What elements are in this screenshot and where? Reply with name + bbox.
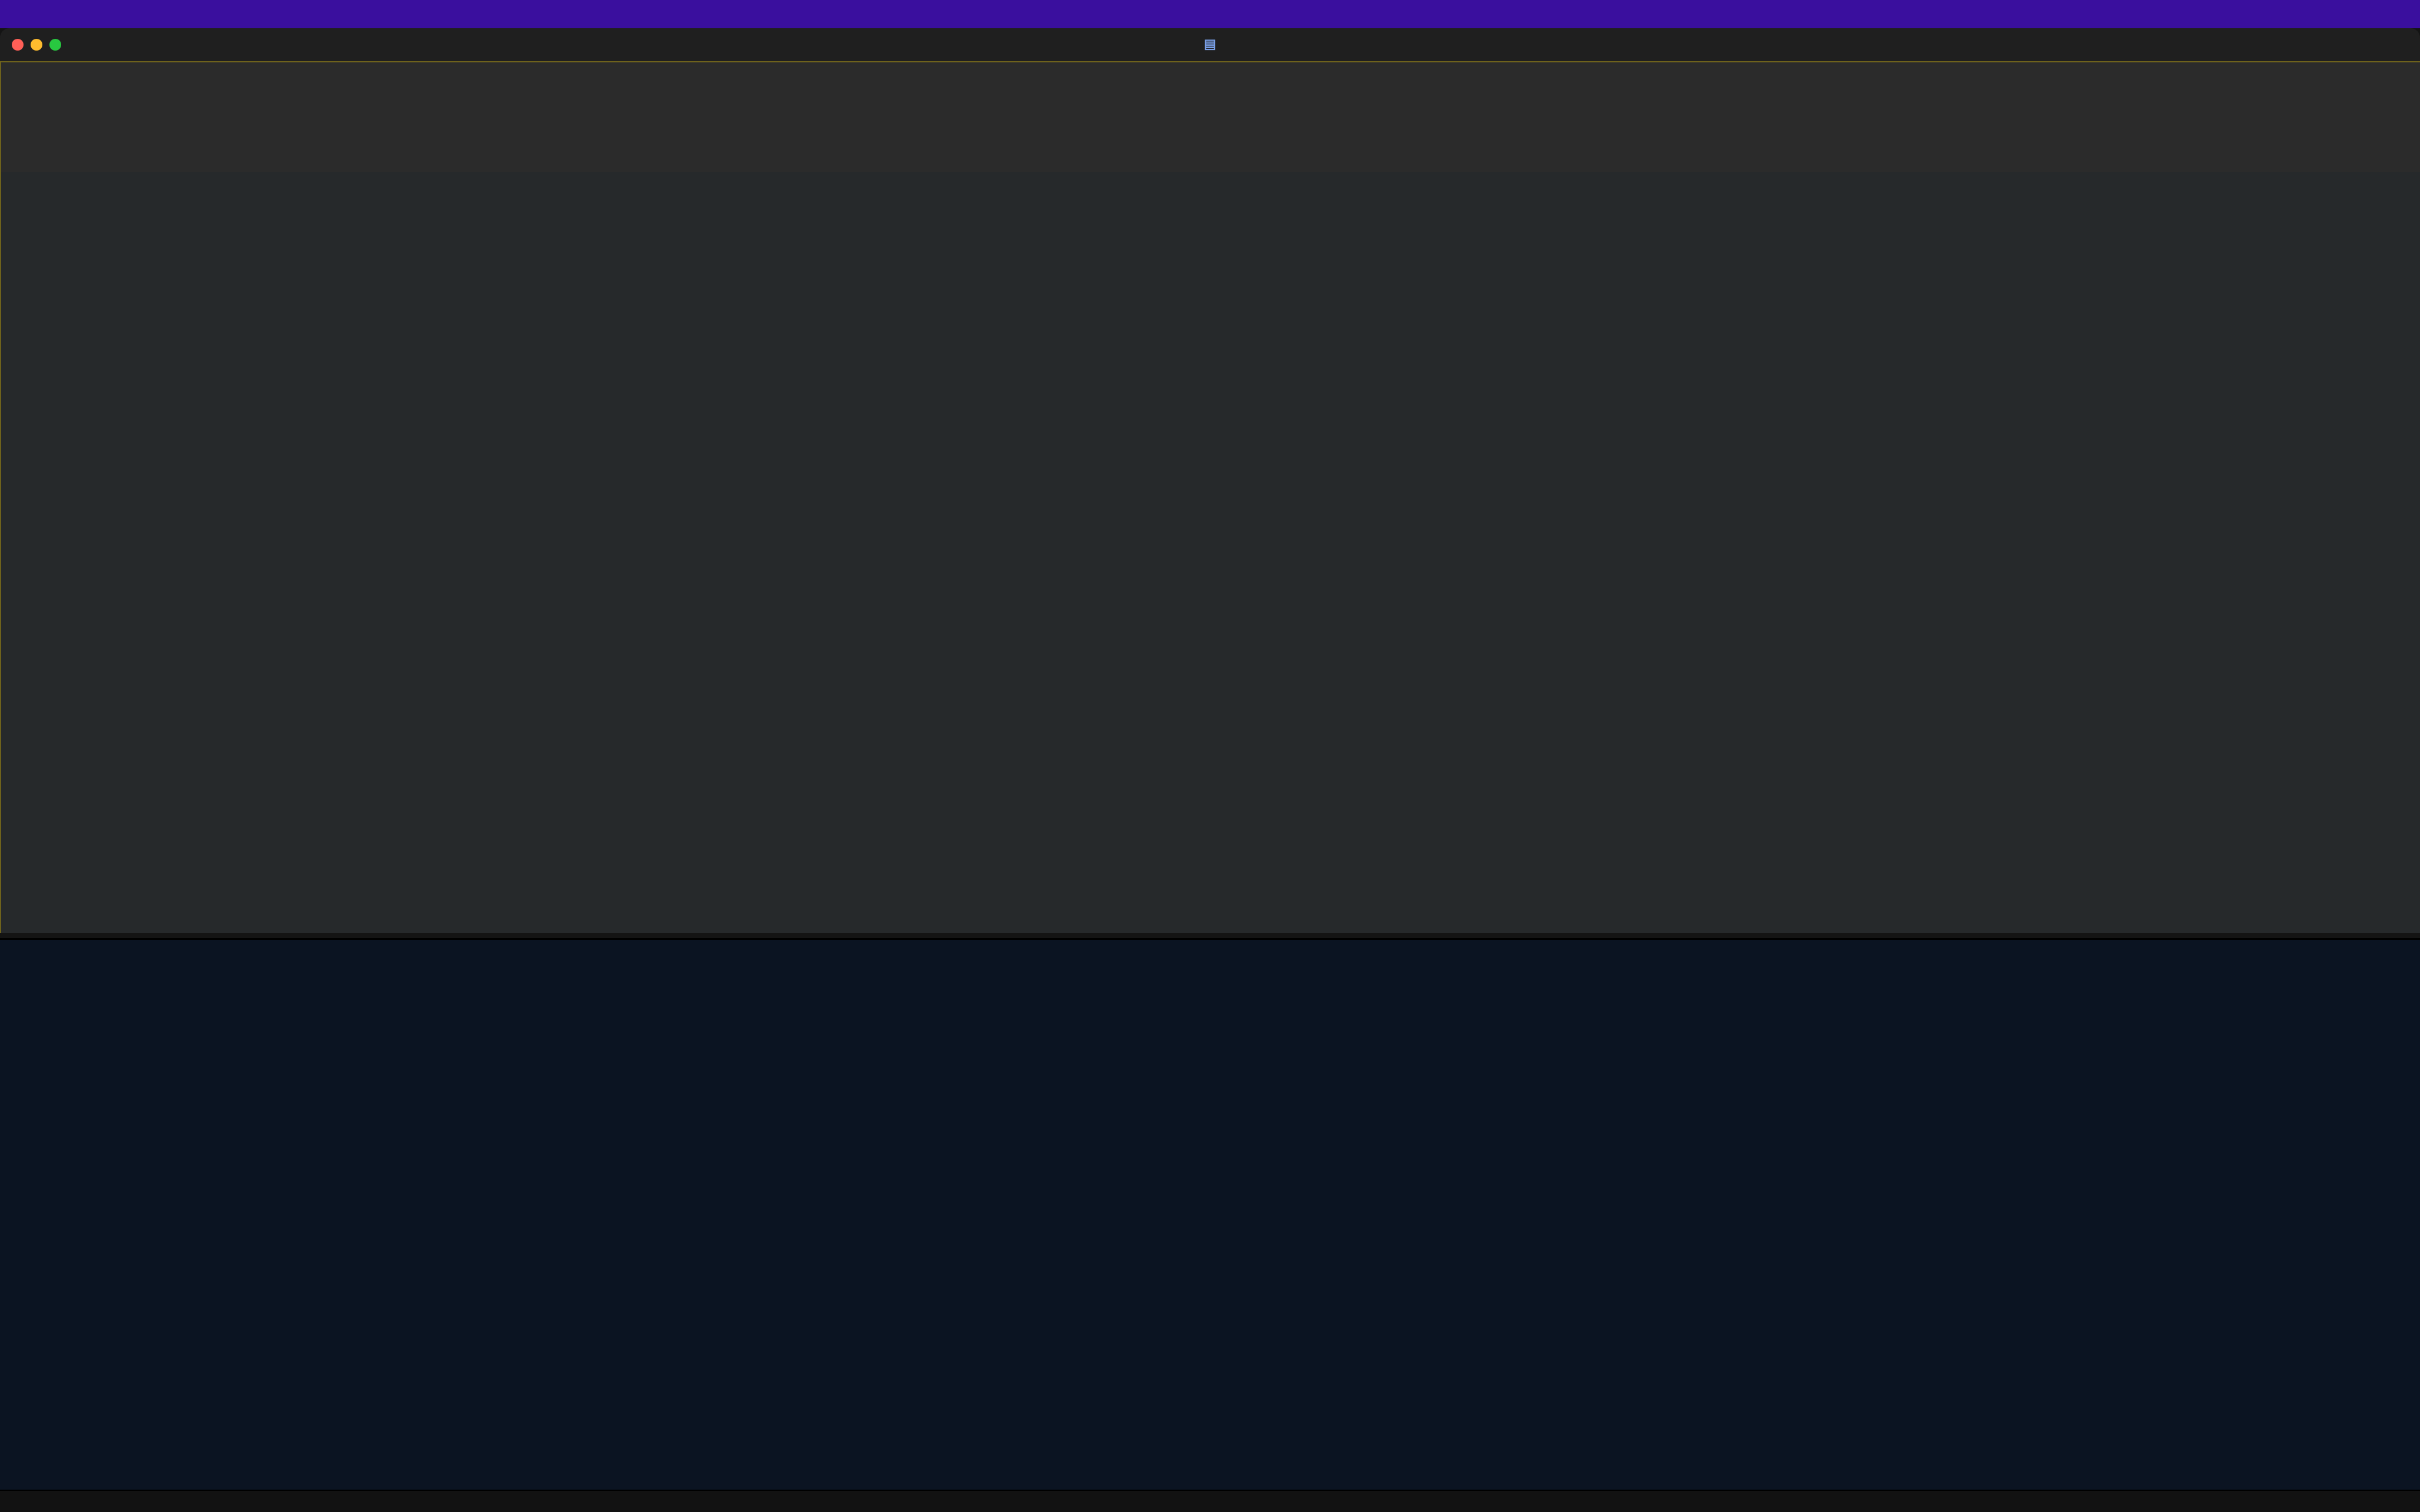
menu-bar [0, 0, 2420, 28]
sync-vx-plugin-window [0, 938, 2420, 1492]
window-title: ▤ [0, 36, 2420, 52]
bottom-plugin-tabs [0, 1490, 2420, 1512]
edit-window [0, 172, 2420, 933]
app: ▤ [0, 0, 2420, 1512]
edit-toolbar [0, 61, 2420, 175]
window-title-bar[interactable]: ▤ [0, 28, 2420, 62]
